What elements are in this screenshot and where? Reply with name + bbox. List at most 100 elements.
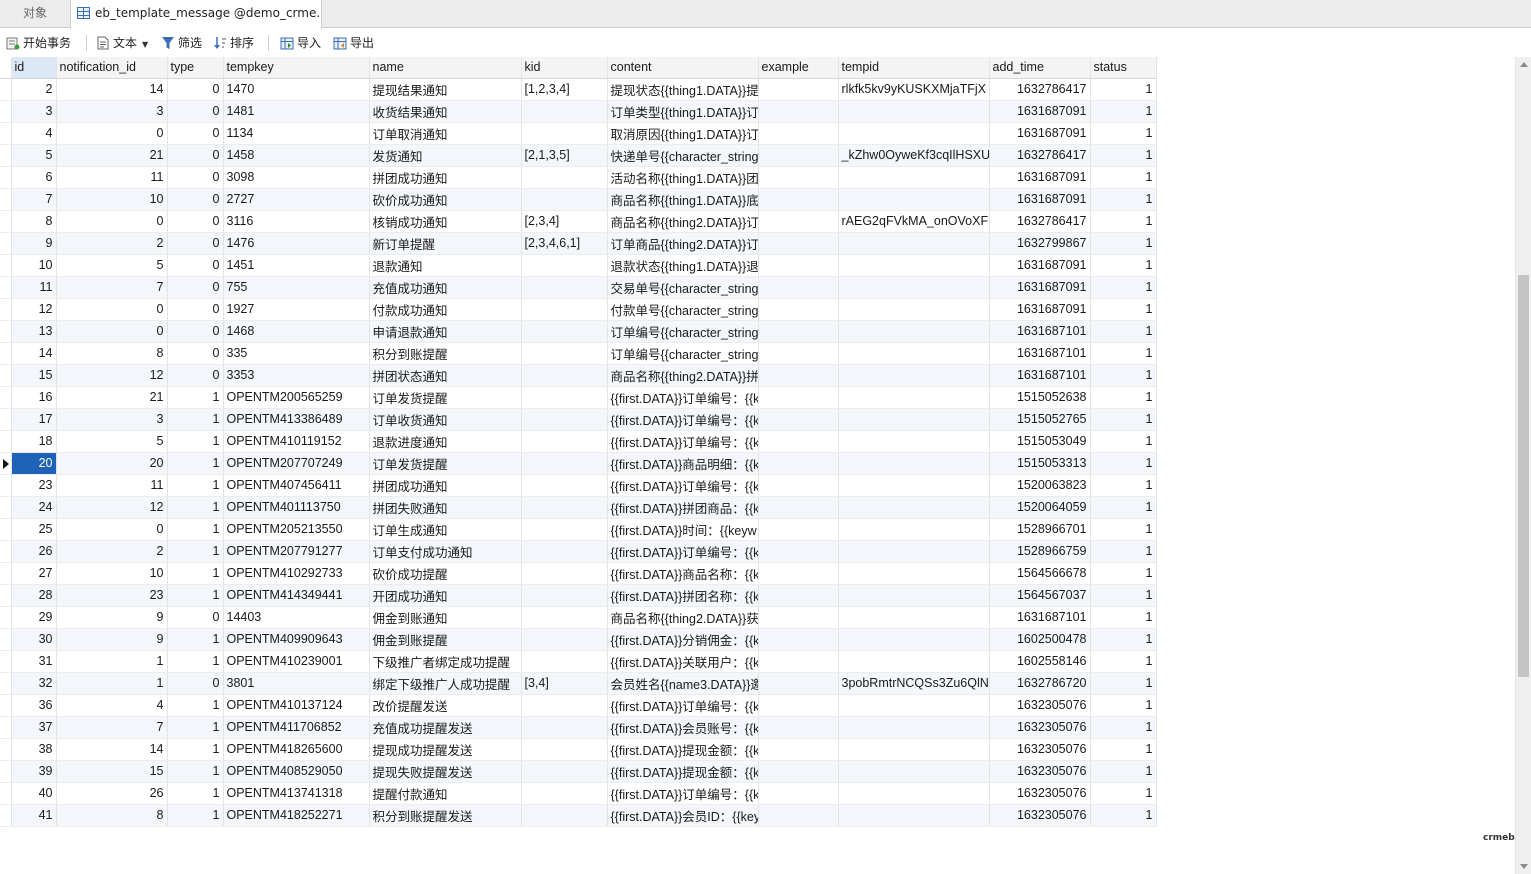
cell-kid[interactable] bbox=[521, 606, 608, 629]
table-row[interactable]: 37 7 1 OPENTM411706852 充值成功提醒发送 {{first.DATA}… bbox=[0, 716, 1157, 739]
cell-name[interactable]: 拼团状态通知 bbox=[369, 364, 522, 387]
table-row[interactable]: 31 1 1 OPENTM410239001 下级推广者绑定成功提醒 {{first.DA… bbox=[0, 650, 1157, 673]
cell-content[interactable]: {{first.DATA}}订单编号：{{k bbox=[607, 386, 759, 409]
export-button[interactable]: 导出 bbox=[331, 33, 374, 53]
cell-type[interactable]: 1 bbox=[167, 386, 224, 409]
cell-content[interactable]: 订单编号{{character_string bbox=[607, 320, 759, 343]
row-indicator[interactable] bbox=[0, 782, 12, 805]
cell-tempkey[interactable]: 1134 bbox=[223, 122, 370, 145]
row-indicator[interactable] bbox=[0, 122, 12, 145]
sort-button[interactable]: 排序 bbox=[211, 33, 254, 53]
table-row[interactable]: 4 0 0 1134 订单取消通知 取消原因{{thing1.DATA}}订 1631687… bbox=[0, 122, 1157, 145]
cell-tempid[interactable] bbox=[838, 628, 990, 651]
cell-add-time[interactable]: 1602558146 bbox=[989, 650, 1091, 673]
cell-add-time[interactable]: 1632786720 bbox=[989, 672, 1091, 695]
cell-type[interactable]: 1 bbox=[167, 628, 224, 651]
cell-type[interactable]: 1 bbox=[167, 408, 224, 431]
cell-id[interactable]: 8 bbox=[11, 210, 57, 233]
cell-example[interactable] bbox=[758, 738, 839, 761]
cell-type[interactable]: 1 bbox=[167, 518, 224, 541]
cell-tempkey[interactable]: 1458 bbox=[223, 144, 370, 167]
cell-tempid[interactable] bbox=[838, 496, 990, 519]
row-indicator[interactable] bbox=[0, 562, 12, 585]
cell-type[interactable]: 0 bbox=[167, 298, 224, 321]
cell-id[interactable]: 36 bbox=[11, 694, 57, 717]
cell-type[interactable]: 1 bbox=[167, 430, 224, 453]
cell-name[interactable]: 提现失败提醒发送 bbox=[369, 760, 522, 783]
cell-notification-id[interactable]: 7 bbox=[56, 276, 168, 299]
cell-type[interactable]: 0 bbox=[167, 166, 224, 189]
cell-notification-id[interactable]: 4 bbox=[56, 694, 168, 717]
cell-example[interactable] bbox=[758, 650, 839, 673]
table-row[interactable]: 3 3 0 1481 收货结果通知 订单类型{{thing1.DATA}}订 1631687… bbox=[0, 100, 1157, 123]
cell-content[interactable]: {{first.DATA}}商品明细：{{k bbox=[607, 452, 759, 475]
cell-kid[interactable] bbox=[521, 342, 608, 365]
cell-example[interactable] bbox=[758, 122, 839, 145]
cell-status[interactable]: 1 bbox=[1090, 474, 1157, 497]
cell-status[interactable]: 1 bbox=[1090, 166, 1157, 189]
cell-content[interactable]: {{first.DATA}}订单编号：{{k bbox=[607, 782, 759, 805]
cell-example[interactable] bbox=[758, 474, 839, 497]
cell-tempid[interactable] bbox=[838, 320, 990, 343]
cell-example[interactable] bbox=[758, 584, 839, 607]
cell-content[interactable]: 订单商品{{thing2.DATA}}订 bbox=[607, 232, 759, 255]
row-indicator[interactable] bbox=[0, 518, 12, 541]
cell-type[interactable]: 0 bbox=[167, 78, 224, 101]
row-indicator[interactable] bbox=[0, 606, 12, 629]
cell-tempkey[interactable]: OPENTM408529050 bbox=[223, 760, 370, 783]
row-indicator[interactable] bbox=[0, 298, 12, 321]
cell-kid[interactable] bbox=[521, 430, 608, 453]
cell-name[interactable]: 佣金到账通知 bbox=[369, 606, 522, 629]
cell-name[interactable]: 核销成功通知 bbox=[369, 210, 522, 233]
cell-id[interactable]: 18 bbox=[11, 430, 57, 453]
cell-name[interactable]: 绑定下级推广人成功提醒 bbox=[369, 672, 522, 695]
cell-status[interactable]: 1 bbox=[1090, 320, 1157, 343]
cell-tempkey[interactable]: 1927 bbox=[223, 298, 370, 321]
cell-name[interactable]: 充值成功通知 bbox=[369, 276, 522, 299]
cell-kid[interactable] bbox=[521, 496, 608, 519]
cell-content[interactable]: 会员姓名{{name3.DATA}}邀 bbox=[607, 672, 759, 695]
scroll-down-arrow-icon[interactable] bbox=[1520, 864, 1528, 869]
cell-tempid[interactable] bbox=[838, 232, 990, 255]
cell-tempkey[interactable]: 3116 bbox=[223, 210, 370, 233]
cell-status[interactable]: 1 bbox=[1090, 584, 1157, 607]
table-row[interactable]: 7 10 0 2727 砍价成功通知 商品名称{{thing1.DATA}}底 163168… bbox=[0, 188, 1157, 211]
cell-example[interactable] bbox=[758, 210, 839, 233]
cell-type[interactable]: 0 bbox=[167, 210, 224, 233]
cell-notification-id[interactable]: 3 bbox=[56, 100, 168, 123]
cell-content[interactable]: {{first.DATA}}订单编号：{{k bbox=[607, 408, 759, 431]
cell-type[interactable]: 0 bbox=[167, 188, 224, 211]
cell-name[interactable]: 退款进度通知 bbox=[369, 430, 522, 453]
column-header-example[interactable]: example bbox=[758, 57, 839, 79]
table-row[interactable]: 29 9 0 14403 佣金到账通知 商品名称{{thing2.DATA}}获 16316… bbox=[0, 606, 1157, 629]
cell-type[interactable]: 0 bbox=[167, 320, 224, 343]
cell-type[interactable]: 0 bbox=[167, 232, 224, 255]
cell-id[interactable]: 9 bbox=[11, 232, 57, 255]
cell-tempid[interactable] bbox=[838, 386, 990, 409]
cell-add-time[interactable]: 1632786417 bbox=[989, 78, 1091, 101]
cell-add-time[interactable]: 1631687101 bbox=[989, 606, 1091, 629]
row-indicator[interactable] bbox=[0, 364, 12, 387]
row-indicator[interactable] bbox=[0, 694, 12, 717]
cell-example[interactable] bbox=[758, 298, 839, 321]
cell-notification-id[interactable]: 1 bbox=[56, 672, 168, 695]
cell-example[interactable] bbox=[758, 562, 839, 585]
data-grid[interactable]: id notification_id type tempkey name kid… bbox=[0, 57, 1515, 827]
cell-tempkey[interactable]: 755 bbox=[223, 276, 370, 299]
cell-content[interactable]: {{first.DATA}}会员账号：{{k bbox=[607, 716, 759, 739]
cell-name[interactable]: 发货通知 bbox=[369, 144, 522, 167]
cell-tempid[interactable] bbox=[838, 408, 990, 431]
cell-id[interactable]: 25 bbox=[11, 518, 57, 541]
cell-content[interactable]: 付款单号{{character_string bbox=[607, 298, 759, 321]
cell-name[interactable]: 充值成功提醒发送 bbox=[369, 716, 522, 739]
cell-notification-id[interactable]: 0 bbox=[56, 210, 168, 233]
cell-type[interactable]: 1 bbox=[167, 738, 224, 761]
cell-add-time[interactable]: 1632799867 bbox=[989, 232, 1091, 255]
table-row[interactable]: 28 23 1 OPENTM414349441 开团成功通知 {{first.DATA}}… bbox=[0, 584, 1157, 607]
table-row[interactable]: 40 26 1 OPENTM413741318 提醒付款通知 {{first.DATA}}… bbox=[0, 782, 1157, 805]
cell-tempkey[interactable]: OPENTM413741318 bbox=[223, 782, 370, 805]
row-indicator[interactable] bbox=[0, 320, 12, 343]
row-indicator[interactable] bbox=[0, 760, 12, 783]
cell-notification-id[interactable]: 9 bbox=[56, 628, 168, 651]
cell-content[interactable]: 取消原因{{thing1.DATA}}订 bbox=[607, 122, 759, 145]
